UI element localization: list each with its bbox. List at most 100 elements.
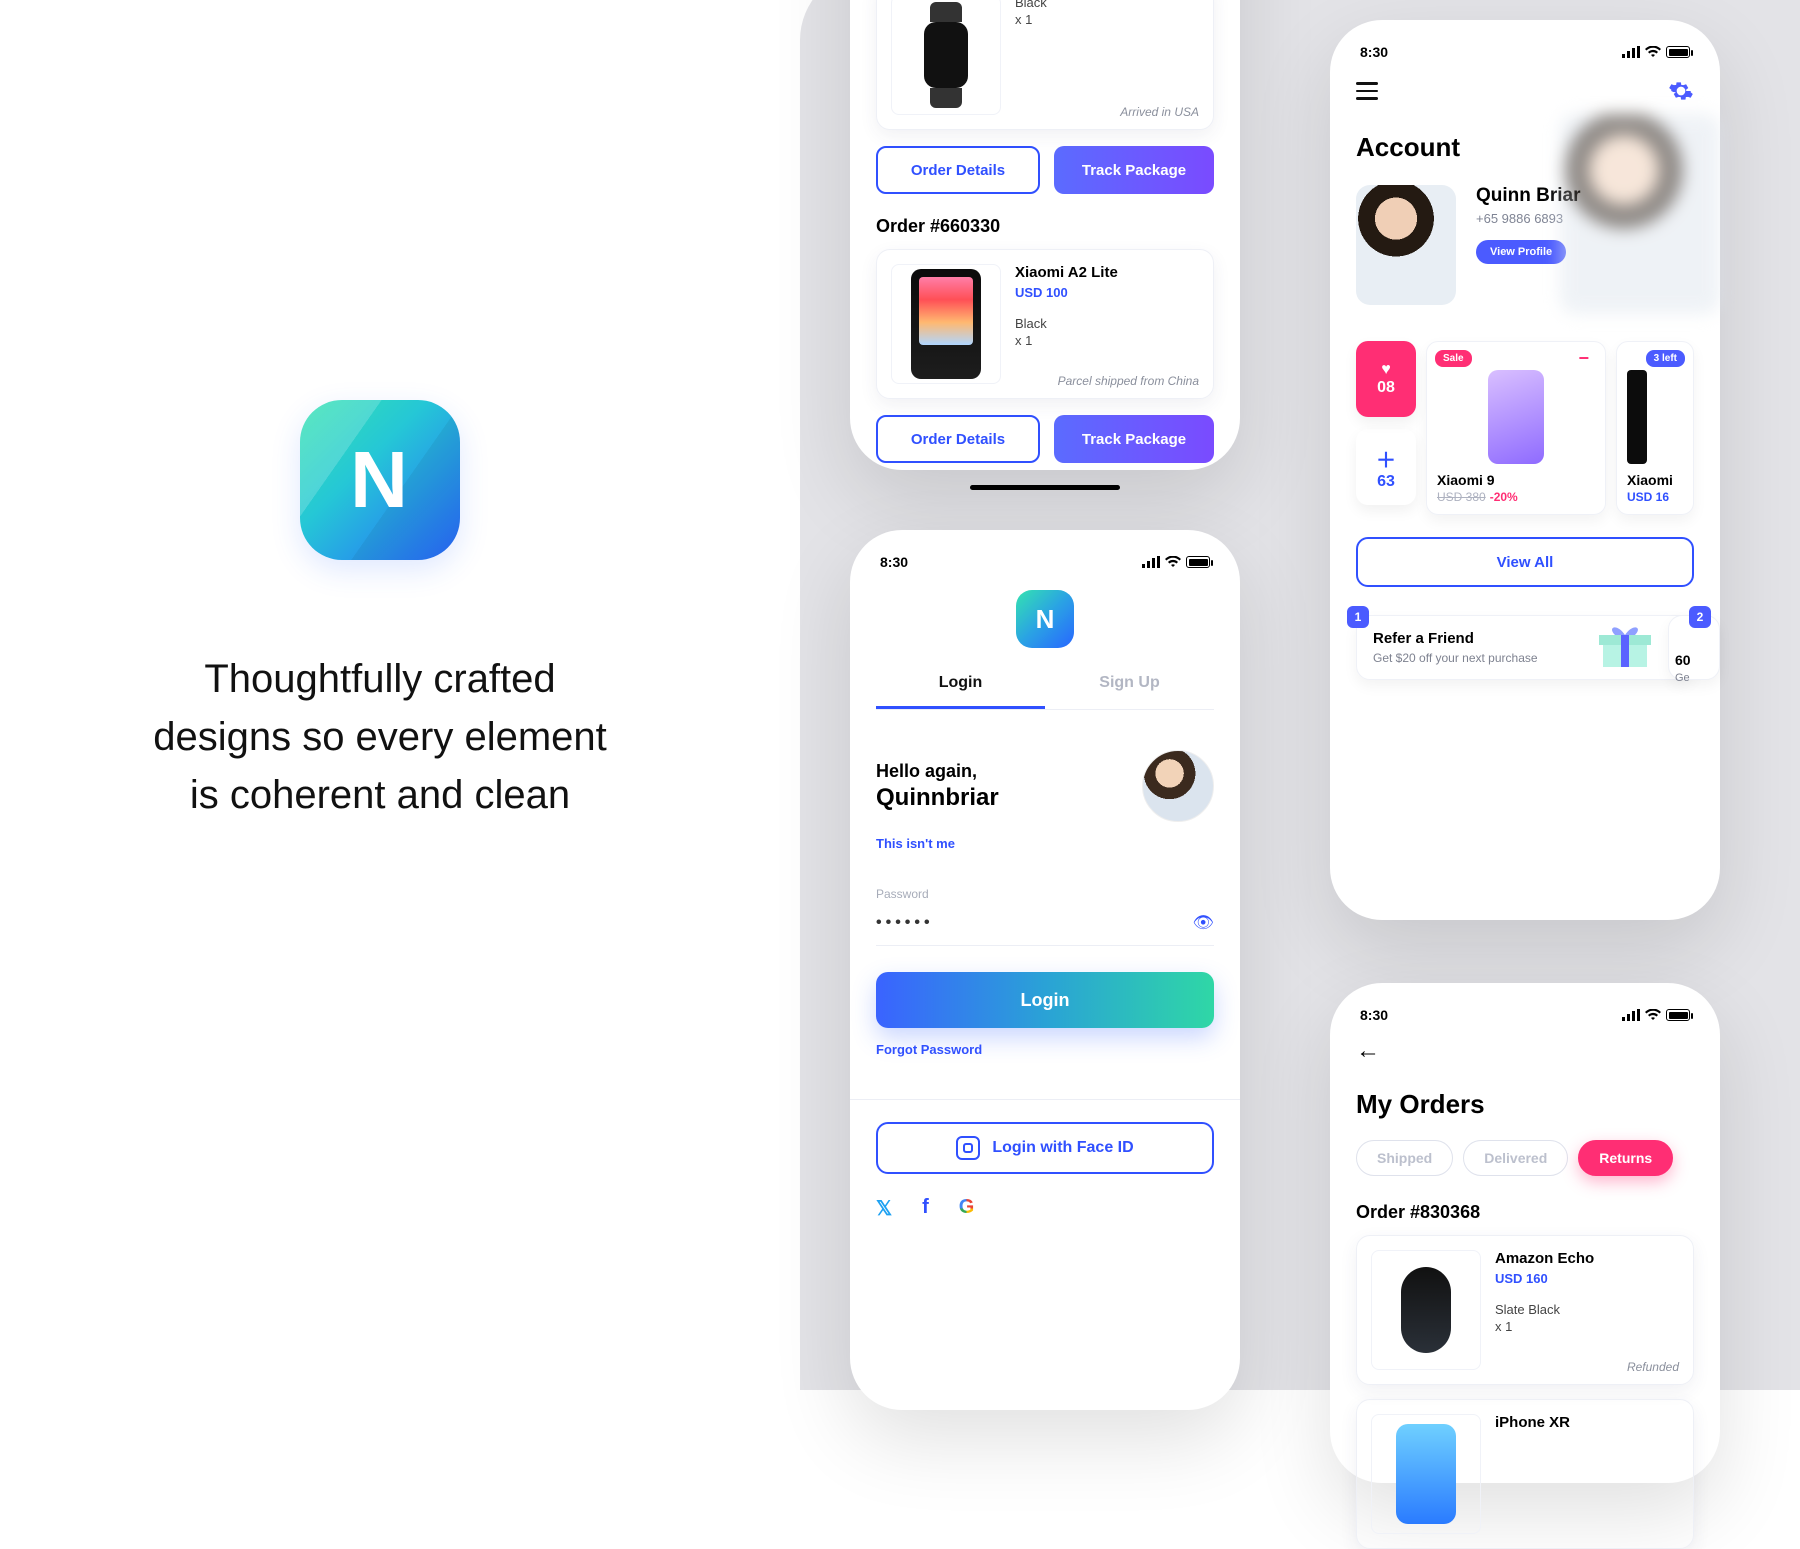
forgot-password-link[interactable]: Forgot Password xyxy=(876,1042,982,1057)
battery-icon xyxy=(1666,1009,1690,1021)
order-card[interactable]: Xiaomi A2 Lite USD 100 Black x 1 Parcel … xyxy=(876,249,1214,399)
login-username: Quinnbriar xyxy=(876,784,999,812)
track-package-button[interactable]: Track Package xyxy=(1054,146,1214,194)
order-number: Order #830368 xyxy=(1356,1202,1694,1223)
order-card[interactable]: Amazon Echo USD 160 Slate Black x 1 Refu… xyxy=(1356,1235,1694,1385)
product-thumb xyxy=(1371,1414,1481,1534)
view-all-button[interactable]: View All xyxy=(1356,537,1694,587)
back-icon[interactable]: ← xyxy=(1356,1037,1694,1065)
menu-icon[interactable] xyxy=(1356,82,1378,100)
promo-sub: Get $20 off your next purchase xyxy=(1373,651,1543,665)
status-time: 8:30 xyxy=(1360,44,1388,60)
add-stat[interactable]: ＋ 63 xyxy=(1356,429,1416,505)
signal-icon xyxy=(1142,556,1160,568)
phone-account: 8:30 Account Quinn Briar +65 9886 6893 xyxy=(1330,20,1720,920)
faceid-button[interactable]: Login with Face ID xyxy=(876,1122,1214,1174)
remove-icon[interactable]: − xyxy=(1570,350,1597,366)
promo-card-peek[interactable]: 2 60 Ge xyxy=(1668,615,1720,680)
gear-icon[interactable] xyxy=(1668,78,1694,104)
product-price: USD 100 xyxy=(1015,285,1199,300)
product-thumb xyxy=(1437,364,1595,464)
app-logo-icon: N xyxy=(1016,590,1074,648)
product-price: USD 16 xyxy=(1627,490,1683,504)
sale-badge: Sale xyxy=(1435,350,1472,367)
product-thumb xyxy=(891,0,1001,115)
chip-returns[interactable]: Returns xyxy=(1578,1140,1673,1176)
product-thumb xyxy=(1627,364,1683,464)
status-icons xyxy=(1142,556,1210,568)
password-label: Password xyxy=(876,887,1214,901)
product-thumb xyxy=(1371,1250,1481,1370)
order-status: Parcel shipped from China xyxy=(1058,374,1199,388)
password-input[interactable]: •••••• xyxy=(876,914,934,932)
status-time: 8:30 xyxy=(880,554,908,570)
plus-icon: ＋ xyxy=(1376,444,1396,473)
signal-icon xyxy=(1622,1009,1640,1021)
product-color: Black xyxy=(1015,316,1199,331)
hero-block: N Thoughtfully crafted designs so every … xyxy=(100,400,660,824)
page-title: My Orders xyxy=(1356,1089,1694,1120)
status-icons xyxy=(1622,1009,1690,1021)
product-color: Black xyxy=(1015,0,1199,10)
product-name: iPhone XR xyxy=(1495,1414,1679,1431)
favorites-stat[interactable]: ♥ 08 xyxy=(1356,341,1416,417)
chip-shipped[interactable]: Shipped xyxy=(1356,1140,1453,1176)
auth-tabs: Login Sign Up xyxy=(876,674,1214,710)
tab-signup[interactable]: Sign Up xyxy=(1045,674,1214,709)
order-details-button[interactable]: Order Details xyxy=(876,415,1040,463)
home-indicator xyxy=(970,485,1120,490)
heart-icon: ♥ xyxy=(1381,361,1391,379)
product-color: Slate Black xyxy=(1495,1302,1679,1317)
login-button[interactable]: Login xyxy=(876,972,1214,1028)
wifi-icon xyxy=(1165,556,1181,568)
order-filter-tabs: Shipped Delivered Returns xyxy=(1356,1140,1694,1176)
product-thumb xyxy=(891,264,1001,384)
app-logo-icon: N xyxy=(300,400,460,560)
chip-delivered[interactable]: Delivered xyxy=(1463,1140,1568,1176)
product-price: USD 380-20% xyxy=(1437,490,1595,504)
battery-icon xyxy=(1186,556,1210,568)
wifi-icon xyxy=(1645,46,1661,58)
login-greeting: Hello again, xyxy=(876,761,999,782)
gift-icon xyxy=(1597,623,1653,671)
order-status: Arrived in USA xyxy=(1120,105,1199,119)
product-qty: x 1 xyxy=(1495,1319,1679,1334)
stock-badge: 3 left xyxy=(1646,350,1685,367)
promo-index-badge: 2 xyxy=(1689,606,1711,628)
product-name: Xiaomi 9 xyxy=(1437,472,1595,488)
promo-sub: Ge xyxy=(1675,672,1713,684)
phone-my-orders: 8:30 ← My Orders Shipped Delivered Retur… xyxy=(1330,983,1720,1483)
avatar xyxy=(1356,185,1456,305)
phone-orders: Black x 1 Arrived in USA Order Details T… xyxy=(850,0,1240,470)
product-name: Xiaomi A2 Lite xyxy=(1015,264,1199,281)
product-card[interactable]: 3 left Xiaomi USD 16 xyxy=(1616,341,1694,515)
order-card[interactable]: Black x 1 Arrived in USA xyxy=(876,0,1214,130)
promo-title: 60 xyxy=(1675,652,1713,668)
statusbar: 8:30 xyxy=(1330,40,1720,74)
phone-login: 8:30 N Login Sign Up Hello again, Quinnb… xyxy=(850,530,1240,1410)
hero-text: Thoughtfully crafted designs so every el… xyxy=(100,650,660,824)
twitter-icon[interactable]: 𝕏 xyxy=(876,1196,892,1221)
product-name: Xiaomi xyxy=(1627,472,1683,488)
avatar xyxy=(1142,750,1214,822)
facebook-icon[interactable]: f xyxy=(922,1196,929,1221)
not-me-link[interactable]: This isn't me xyxy=(876,836,955,851)
wifi-icon xyxy=(1645,1009,1661,1021)
track-package-button[interactable]: Track Package xyxy=(1054,415,1214,463)
view-profile-button[interactable]: View Profile xyxy=(1476,240,1566,264)
product-qty: x 1 xyxy=(1015,12,1199,27)
show-password-icon[interactable]: 👁 xyxy=(1192,913,1214,933)
avatar-bg-blur xyxy=(1560,114,1720,314)
promo-card[interactable]: 1 Refer a Friend Get $20 off your next p… xyxy=(1356,615,1694,680)
google-icon[interactable]: G xyxy=(959,1196,975,1221)
tab-login[interactable]: Login xyxy=(876,674,1045,709)
order-status: Refunded xyxy=(1627,1360,1679,1374)
product-qty: x 1 xyxy=(1015,333,1199,348)
order-number: Order #660330 xyxy=(876,216,1214,237)
order-details-button[interactable]: Order Details xyxy=(876,146,1040,194)
statusbar: 8:30 xyxy=(850,550,1240,584)
product-card[interactable]: Sale − Xiaomi 9 USD 380-20% xyxy=(1426,341,1606,515)
status-time: 8:30 xyxy=(1360,1007,1388,1023)
statusbar: 8:30 xyxy=(1330,1003,1720,1037)
order-card[interactable]: iPhone XR xyxy=(1356,1399,1694,1549)
